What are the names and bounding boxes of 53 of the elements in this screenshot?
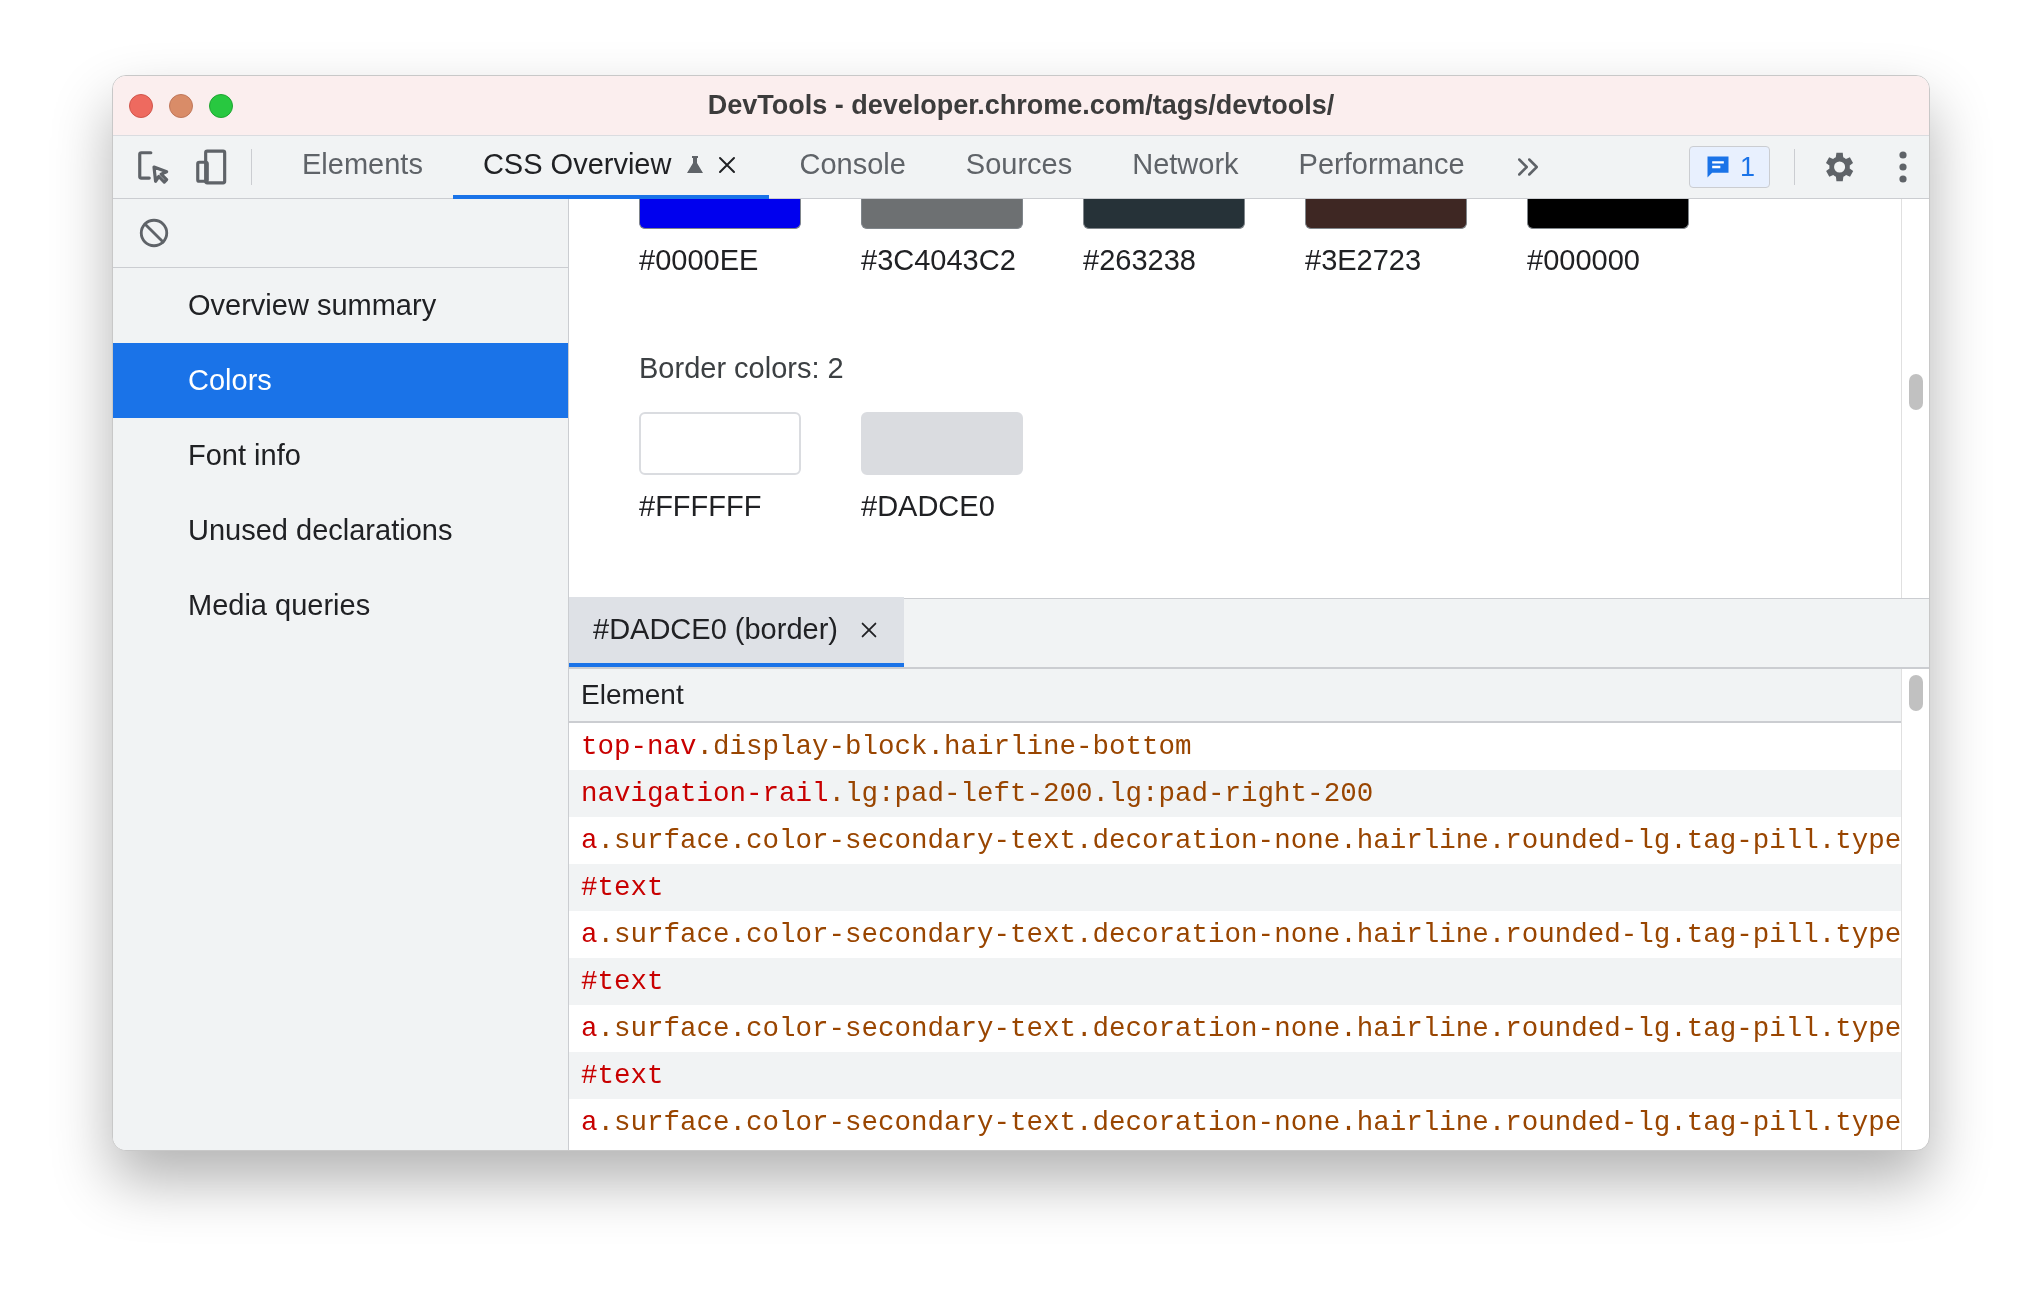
color-swatch[interactable]: [1305, 199, 1467, 229]
panel-tab[interactable]: Console: [769, 135, 936, 199]
window-title: DevTools - developer.chrome.com/tags/devtools/: [707, 89, 1335, 123]
element-classes: .surface.color-secondary-text.decoration-none.hairline.rounded-lg.tag-pill.type: [597, 1105, 1901, 1140]
color-label: #3E2723: [1305, 243, 1423, 278]
element-classes: .surface.color-secondary-text.decoration-none.hairline.rounded-lg.tag-pill.type: [597, 1011, 1901, 1046]
table-row[interactable]: #text: [569, 1052, 1901, 1099]
element-tag: a: [581, 819, 598, 862]
minimize-window-button[interactable]: [169, 93, 193, 118]
maximize-window-button[interactable]: [209, 93, 233, 118]
sidebar-item[interactable]: Media queries: [113, 568, 568, 643]
scrollbar-thumb[interactable]: [1908, 675, 1923, 711]
sidebar-item[interactable]: Overview summary: [113, 268, 568, 343]
color-swatch[interactable]: [1083, 199, 1245, 229]
element-tag: #text: [581, 866, 664, 909]
color-label: #3C4043C2: [861, 243, 1017, 278]
color-swatch[interactable]: [1527, 199, 1689, 229]
color-label: #0000EE: [639, 243, 760, 278]
sidebar-item[interactable]: Unused declarations: [113, 493, 568, 568]
panel-tab[interactable]: Sources: [935, 135, 1103, 199]
close-window-button[interactable]: [129, 93, 153, 118]
element-tag: #text: [581, 1054, 664, 1097]
element-tag: a: [581, 1101, 598, 1144]
element-classes: .lg:pad-left-200.lg:pad-right-200: [828, 776, 1374, 811]
table-row[interactable]: navigation-rail.lg:pad-left-200.lg:pad-right-200: [569, 770, 1901, 817]
color-label: #000000: [1527, 243, 1641, 278]
section-heading: Border colors: 2: [639, 350, 845, 386]
clear-icon[interactable]: [137, 216, 171, 250]
element-tag: top-nav: [581, 725, 697, 768]
color-swatch[interactable]: [639, 199, 801, 229]
sidebar-item[interactable]: Font info: [113, 418, 568, 493]
sidebar-item[interactable]: Colors: [113, 343, 568, 418]
element-tag: a: [581, 913, 598, 956]
color-label: #FFFFFF: [639, 489, 763, 524]
table-row[interactable]: #text: [569, 958, 1901, 1005]
color-label: #263238: [1083, 243, 1197, 278]
issues-badge[interactable]: 1: [1688, 146, 1770, 188]
element-classes: .surface.color-secondary-text.decoration-none.hairline.rounded-lg.tag-pill.type: [597, 823, 1901, 858]
column-header: Element: [569, 669, 1901, 723]
color-swatch[interactable]: [861, 199, 1023, 229]
panel-tab[interactable]: Network: [1102, 135, 1269, 199]
more-options-icon[interactable]: [1897, 149, 1909, 185]
element-tag: a: [581, 1007, 598, 1050]
panel-tab[interactable]: Elements: [272, 135, 453, 199]
scrollbar-thumb[interactable]: [1908, 374, 1923, 410]
element-tag: navigation-rail: [581, 772, 829, 815]
color-label: #DADCE0: [861, 489, 996, 524]
table-row[interactable]: #text: [569, 864, 1901, 911]
element-classes: .display-block.hairline-bottom: [696, 729, 1192, 764]
element-classes: .surface.color-secondary-text.decoration-none.hairline.rounded-lg.tag-pill.type: [597, 917, 1901, 952]
element-tag: #text: [581, 960, 664, 1003]
detail-tab[interactable]: #DADCE0 (border): [569, 597, 904, 667]
panel-tab[interactable]: Performance: [1268, 135, 1495, 199]
